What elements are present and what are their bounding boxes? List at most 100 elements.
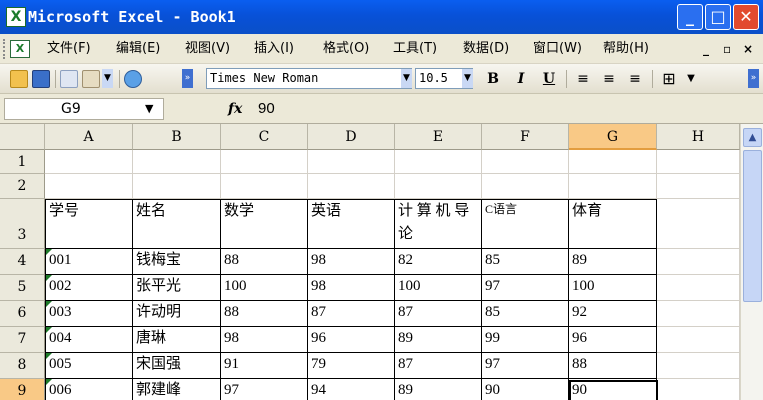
cell[interactable]: 96 (569, 327, 657, 353)
row-header[interactable]: 9 (0, 379, 45, 400)
cell[interactable] (569, 174, 657, 199)
scroll-thumb[interactable] (743, 150, 762, 302)
open-folder-icon[interactable] (10, 70, 28, 88)
close-button[interactable]: ✕ (733, 4, 759, 30)
cell[interactable]: 85 (482, 249, 569, 275)
row-header[interactable]: 4 (0, 249, 45, 275)
cell[interactable]: 100 (395, 275, 482, 301)
cell[interactable] (482, 150, 569, 174)
cell[interactable]: 92 (569, 301, 657, 327)
menu-insert[interactable]: 插入(I) (254, 40, 294, 58)
cell[interactable]: 90 (482, 379, 569, 400)
cell[interactable]: 许动明 (133, 301, 221, 327)
column-header-e[interactable]: E (395, 124, 482, 150)
cell[interactable]: 唐琳 (133, 327, 221, 353)
workbook-icon[interactable]: X (10, 40, 30, 58)
cell[interactable]: 89 (395, 327, 482, 353)
cell[interactable]: 82 (395, 249, 482, 275)
row-header[interactable]: 8 (0, 353, 45, 379)
cell[interactable] (221, 174, 308, 199)
cell[interactable] (657, 174, 740, 199)
align-right-icon[interactable]: ≡ (626, 70, 644, 88)
bold-button[interactable]: B (484, 70, 502, 88)
cell[interactable]: 96 (308, 327, 395, 353)
cell[interactable]: 钱梅宝 (133, 249, 221, 275)
cell[interactable]: 89 (395, 379, 482, 400)
cell[interactable]: 姓名 (133, 199, 221, 249)
cell[interactable]: 100 (569, 275, 657, 301)
cell[interactable] (657, 275, 740, 301)
cell[interactable]: 85 (482, 301, 569, 327)
cell[interactable]: 98 (308, 275, 395, 301)
cell[interactable] (657, 150, 740, 174)
excel-icon[interactable]: X (6, 7, 26, 27)
cell[interactable]: 数学 (221, 199, 308, 249)
cell[interactable] (395, 174, 482, 199)
paste-dropdown-icon[interactable]: ▼ (102, 69, 113, 88)
maximize-button[interactable]: □ (705, 4, 731, 30)
align-left-icon[interactable]: ≡ (574, 70, 592, 88)
doc-restore-button[interactable]: ▫ (723, 40, 731, 58)
cell[interactable]: 99 (482, 327, 569, 353)
save-icon[interactable] (32, 70, 50, 88)
cell[interactable]: 郭建峰 (133, 379, 221, 400)
help-icon[interactable] (124, 70, 142, 88)
cell[interactable]: 002 (45, 275, 133, 301)
doc-minimize-button[interactable]: _ (703, 40, 709, 58)
toolbar-overflow-icon[interactable]: » (182, 69, 193, 88)
italic-button[interactable]: I (512, 70, 530, 88)
menu-grip[interactable] (3, 39, 6, 59)
cell[interactable] (657, 199, 740, 249)
spreadsheet-grid[interactable]: A B C D E F G H 1 2 3 4 5 6 7 8 9 学号 姓名 数学… (0, 124, 740, 400)
borders-icon[interactable]: ⊞ (660, 70, 678, 88)
align-center-icon[interactable]: ≡ (600, 70, 618, 88)
cell[interactable] (308, 174, 395, 199)
minimize-button[interactable]: _ (677, 4, 703, 30)
cell[interactable]: 87 (395, 301, 482, 327)
cell[interactable]: 88 (221, 249, 308, 275)
column-header-h[interactable]: H (657, 124, 740, 150)
active-cell-g9[interactable] (569, 380, 658, 400)
cell[interactable]: C语言 (482, 199, 569, 249)
column-header-a[interactable]: A (45, 124, 133, 150)
font-size-dropdown-icon[interactable]: ▼ (462, 69, 473, 88)
cell[interactable]: 87 (395, 353, 482, 379)
cell[interactable]: 88 (221, 301, 308, 327)
cell[interactable]: 006 (45, 379, 133, 400)
row-header[interactable]: 3 (0, 199, 45, 249)
cell[interactable]: 宋国强 (133, 353, 221, 379)
cell[interactable]: 87 (308, 301, 395, 327)
cell[interactable] (657, 379, 740, 400)
cell[interactable]: 97 (482, 275, 569, 301)
cell[interactable]: 89 (569, 249, 657, 275)
menu-window[interactable]: 窗口(W) (533, 40, 582, 58)
cell[interactable] (133, 174, 221, 199)
cell[interactable]: 97 (482, 353, 569, 379)
formula-input[interactable]: 90 (258, 99, 275, 119)
cell[interactable]: 计 算 机 导 论 (395, 199, 482, 249)
cell[interactable] (657, 353, 740, 379)
cell[interactable]: 98 (308, 249, 395, 275)
column-header-d[interactable]: D (308, 124, 395, 150)
cell[interactable]: 005 (45, 353, 133, 379)
row-header[interactable]: 7 (0, 327, 45, 353)
cell[interactable] (45, 150, 133, 174)
column-header-c[interactable]: C (221, 124, 308, 150)
column-header-f[interactable]: F (482, 124, 569, 150)
cell[interactable] (569, 150, 657, 174)
insert-function-icon[interactable]: fx (228, 100, 242, 118)
cell[interactable]: 98 (221, 327, 308, 353)
cell[interactable] (657, 301, 740, 327)
cell[interactable]: 88 (569, 353, 657, 379)
cell[interactable] (221, 150, 308, 174)
underline-button[interactable]: U (540, 70, 558, 88)
menu-format[interactable]: 格式(O) (323, 40, 369, 58)
name-box[interactable]: G9 (4, 98, 164, 120)
cell[interactable]: 91 (221, 353, 308, 379)
menu-file[interactable]: 文件(F) (47, 40, 91, 58)
name-box-dropdown-icon[interactable]: ▼ (145, 102, 153, 116)
cell[interactable] (395, 150, 482, 174)
cell[interactable]: 学号 (45, 199, 133, 249)
vertical-scrollbar[interactable]: ▲ (740, 124, 763, 400)
row-header[interactable]: 1 (0, 150, 45, 174)
